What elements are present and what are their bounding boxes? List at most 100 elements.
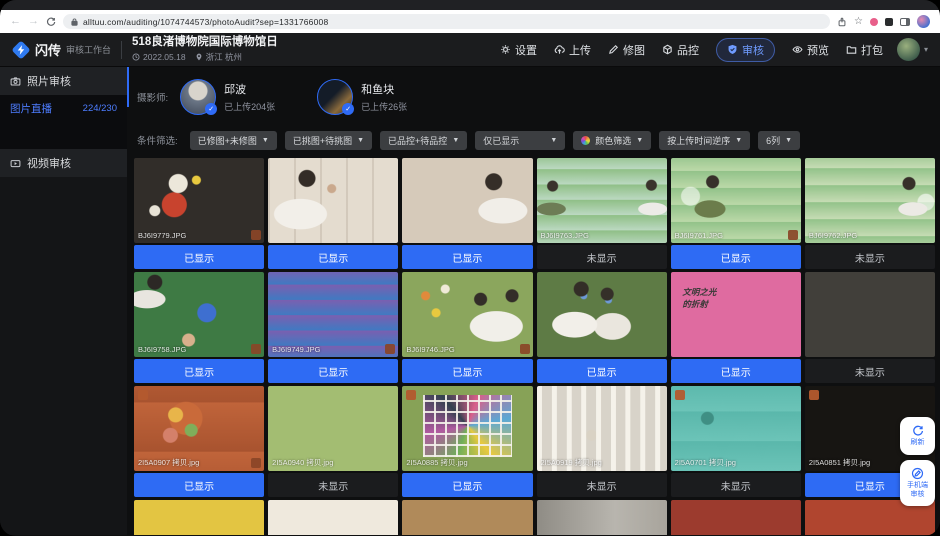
photo-thumbnail[interactable]: BJ6I9749.JPG (268, 272, 398, 357)
display-status-button[interactable]: 未显示 (537, 245, 667, 269)
display-status-button[interactable]: 已显示 (671, 245, 801, 269)
photo-thumbnail[interactable] (268, 500, 398, 535)
mobile-review-button[interactable]: 手机端 审核 (900, 460, 935, 506)
sidebar-subpanel: 图片直播 224/230 (0, 95, 127, 149)
filter-qc-dropdown[interactable]: 已品控+待品控▼ (380, 131, 467, 150)
photographers-row: 摄影师: ✓ 邱波 已上传204张 ✓ 和鱼块 已上传26张 (134, 71, 935, 123)
nav-review[interactable]: 审核 (716, 38, 775, 62)
photo-thumbnail[interactable]: BJ6I9758.JPG (134, 272, 264, 357)
display-status-button[interactable]: 已显示 (134, 359, 264, 383)
display-status-button[interactable]: 未显示 (671, 473, 801, 497)
photo-thumbnail[interactable] (537, 272, 667, 357)
nav-upload[interactable]: 上传 (554, 42, 591, 58)
photo-thumbnail[interactable] (537, 500, 667, 535)
nav-edit[interactable]: 修图 (608, 42, 645, 58)
photographer-entry[interactable]: ✓ 邱波 已上传204张 (180, 79, 275, 115)
bookmark-star-icon[interactable]: ☆ (854, 16, 863, 27)
filter-sort-dropdown[interactable]: 按上传时间逆序▼ (659, 131, 750, 150)
event-titlebox: 518良渚博物院国际博物馆日 2022.05.18 浙江 杭州 (132, 36, 278, 63)
photographer-name: 和鱼块 (361, 81, 407, 97)
display-status-button[interactable]: 已显示 (402, 359, 532, 383)
display-status-button[interactable]: 未显示 (537, 473, 667, 497)
photographer-avatar[interactable]: ✓ (317, 79, 353, 115)
nav-package[interactable]: 打包 (846, 42, 883, 58)
extension-pink-icon[interactable] (870, 18, 878, 26)
photo-thumbnail[interactable]: BJ6I9779.JPG (134, 158, 264, 243)
chevron-down-icon: ▼ (636, 137, 643, 144)
display-status-button[interactable]: 已显示 (268, 359, 398, 383)
photo-card: BJ6I9763.JPG 未显示 (537, 158, 667, 269)
photo-card: 未显示 (805, 272, 935, 383)
photo-thumbnail[interactable] (805, 272, 935, 357)
back-icon[interactable]: ← (10, 16, 21, 27)
photo-thumbnail[interactable]: 2I5A0940 拷贝.jpg (268, 386, 398, 471)
photo-thumbnail[interactable]: BJ6I9762.JPG (805, 158, 935, 243)
photo-filename: 2I5A0701 拷贝.jpg (675, 457, 736, 468)
display-status-button[interactable]: 未显示 (805, 245, 935, 269)
photo-thumbnail[interactable] (134, 500, 264, 535)
photo-card: 2I5A0701 拷贝.jpg 未显示 (671, 386, 801, 497)
filter-color-dropdown[interactable]: 颜色筛选▼ (573, 131, 651, 150)
label-tag-icon (385, 344, 395, 354)
photo-thumbnail[interactable]: BJ6I9761.JPG (671, 158, 801, 243)
filter-columns-dropdown[interactable]: 6列▼ (758, 131, 800, 150)
display-status-button[interactable]: 已显示 (402, 473, 532, 497)
photographer-entry[interactable]: ✓ 和鱼块 已上传26张 (317, 79, 407, 115)
display-status-button[interactable]: 未显示 (268, 473, 398, 497)
user-avatar (897, 38, 920, 61)
sidebar-section-video-review[interactable]: 视频审核 (0, 149, 127, 177)
photo-thumbnail[interactable]: 2I5A0885 拷贝.jpg (402, 386, 532, 471)
label-tag-icon (406, 390, 416, 400)
photo-thumbnail[interactable] (671, 500, 801, 535)
nav-settings[interactable]: 设置 (500, 42, 537, 58)
photographer-upload-count: 已上传26张 (361, 100, 407, 113)
filter-selection-dropdown[interactable]: 已挑图+待挑图▼ (285, 131, 372, 150)
photo-thumbnail[interactable]: 2I5A0919 拷贝.jpg (537, 386, 667, 471)
photo-card (402, 500, 532, 535)
photo-thumbnail[interactable]: 文明之光 的折射 (671, 272, 801, 357)
display-status-button[interactable]: 已显示 (671, 359, 801, 383)
label-tag-icon (251, 230, 261, 240)
side-panel-icon[interactable] (900, 18, 910, 26)
photo-thumbnail[interactable] (402, 500, 532, 535)
photo-thumbnail[interactable]: 2I5A0701 拷贝.jpg (671, 386, 801, 471)
photo-thumbnail[interactable]: BJ6I9763.JPG (537, 158, 667, 243)
app-logo[interactable]: 闪传 审核工作台 (12, 40, 111, 59)
color-wheel-icon (581, 136, 590, 145)
photographer-name: 邱波 (224, 81, 275, 97)
display-status-button[interactable]: 未显示 (805, 359, 935, 383)
photographer-avatar[interactable]: ✓ (180, 79, 216, 115)
display-status-button[interactable]: 已显示 (134, 245, 264, 269)
browser-profile-avatar[interactable] (917, 15, 930, 28)
url-bar[interactable]: alltuu.com/auditing/1074744573/photoAudi… (63, 14, 830, 29)
check-badge-icon: ✓ (205, 103, 217, 115)
photo-thumbnail[interactable] (268, 158, 398, 243)
photo-card (671, 500, 801, 535)
refresh-button[interactable]: 刷新 (900, 417, 935, 455)
nav-preview[interactable]: 预览 (792, 42, 829, 58)
filter-retouch-dropdown[interactable]: 已修图+未修图▼ (190, 131, 277, 150)
display-status-button[interactable]: 已显示 (134, 473, 264, 497)
photo-filename: BJ6I9749.JPG (272, 345, 320, 354)
filter-visibility-dropdown[interactable]: 仅已显示▼ (475, 131, 565, 150)
display-status-button[interactable]: 已显示 (268, 245, 398, 269)
display-status-button[interactable]: 已显示 (537, 359, 667, 383)
photo-filename: 2I5A0940 拷贝.jpg (272, 457, 333, 468)
lock-icon (71, 18, 78, 26)
photographer-upload-count: 已上传204张 (224, 100, 275, 113)
nav-quality[interactable]: 品控 (662, 42, 699, 58)
sidebar-section-photo-review[interactable]: 照片审核 (0, 67, 127, 95)
sidebar: 照片审核 图片直播 224/230 视频审核 (0, 67, 127, 535)
photo-thumbnail[interactable] (402, 158, 532, 243)
display-status-button[interactable]: 已显示 (402, 245, 532, 269)
photo-thumbnail[interactable]: BJ6I9746.JPG (402, 272, 532, 357)
sidebar-item-photo-live[interactable]: 图片直播 224/230 (0, 95, 127, 121)
photo-card: BJ6I9758.JPG 已显示 (134, 272, 264, 383)
user-menu[interactable]: ▾ (897, 38, 928, 61)
extensions-puzzle-icon[interactable] (885, 18, 893, 26)
forward-icon[interactable]: → (28, 16, 39, 27)
photo-thumbnail[interactable]: 2I5A0907 拷贝.jpg (134, 386, 264, 471)
event-date: 2022.05.18 (132, 52, 186, 62)
reload-icon[interactable] (46, 17, 56, 27)
share-icon[interactable] (837, 17, 847, 27)
